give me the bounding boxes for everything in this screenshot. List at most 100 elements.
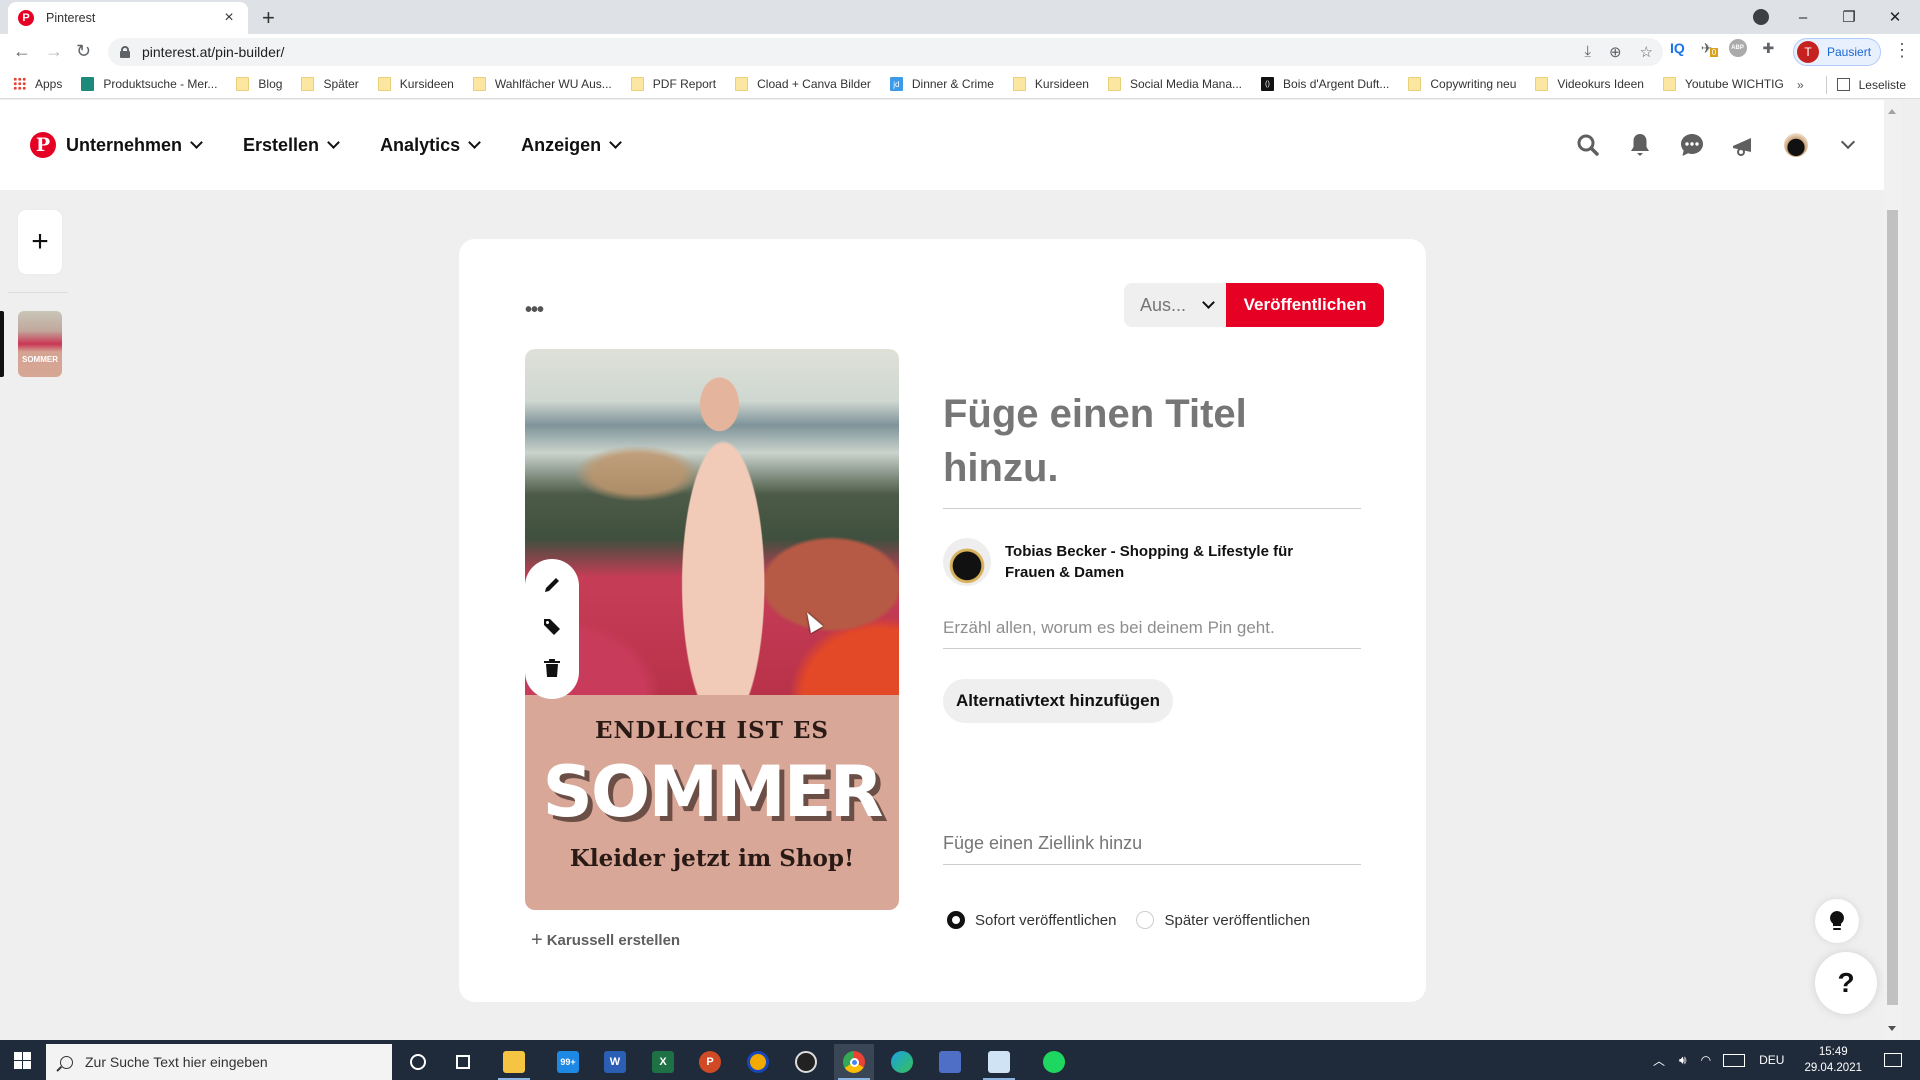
tray-expand-icon[interactable]: ︿ [1653,1052,1665,1069]
scrollbar-thumb[interactable] [1887,210,1898,1005]
destination-link-input[interactable]: Füge einen Ziellink hinzu [943,825,1361,865]
bookmark-item[interactable]: Youtube WICHTIG [1662,77,1784,91]
extension-iq-icon[interactable]: IQ [1670,40,1685,56]
minimize-button[interactable]: – [1780,9,1826,26]
add-pin-button[interactable]: + [18,210,62,274]
account-avatar[interactable] [1770,121,1822,169]
bookmark-item[interactable]: PDF Report [630,77,716,91]
tips-button[interactable] [1815,899,1859,943]
scroll-down-arrow[interactable] [1888,1026,1896,1031]
bookmark-item[interactable]: jd Dinner & Crime [889,77,994,91]
messages-icon[interactable] [1666,121,1718,169]
extension-bird-icon[interactable]: ✈ 0 [1701,40,1719,57]
wifi-icon[interactable]: ◠ [1701,1053,1711,1067]
account-menu-button[interactable] [1822,121,1874,169]
zoom-icon[interactable]: ⊕ [1609,43,1622,61]
draft-pin-thumbnail[interactable]: SOMMER [18,311,62,377]
tag-icon[interactable] [542,616,562,641]
notepad-app[interactable] [979,1044,1019,1080]
chrome-app[interactable] [834,1044,874,1080]
help-button[interactable]: ? [1815,952,1877,1014]
tab-search-icon[interactable] [1753,9,1769,25]
tab-title: Pinterest [46,11,96,25]
reload-button[interactable]: ↻ [76,41,91,62]
extensions-puzzle-icon[interactable]: ✚ [1763,40,1775,57]
file-explorer-app[interactable] [494,1044,534,1080]
spotify-app[interactable] [1034,1044,1074,1080]
search-icon[interactable] [1562,121,1614,169]
scroll-up-arrow[interactable] [1888,109,1896,114]
close-window-button[interactable]: ✕ [1872,8,1918,26]
action-center-icon[interactable] [1884,1053,1902,1067]
bookmark-star-icon[interactable]: ☆ [1640,43,1653,61]
edge-app[interactable] [882,1044,922,1080]
adblock-icon[interactable]: ABP [1728,39,1747,57]
search-icon [60,1055,73,1069]
edit-icon[interactable] [542,575,562,600]
excel-app[interactable]: X [643,1044,683,1080]
radio-publish-now[interactable] [947,911,965,929]
nav-erstellen[interactable]: Erstellen [243,135,340,156]
forward-button[interactable]: → [45,41,63,62]
back-button[interactable]: ← [13,41,31,62]
bookmark-item[interactable]: Kursideen [1012,77,1089,91]
page-scrollbar[interactable] [1884,100,1901,1040]
nav-unternehmen[interactable]: Unternehmen [66,135,203,156]
audacity-app[interactable] [738,1044,778,1080]
bookmark-item[interactable]: Social Media Mana... [1107,77,1242,91]
browser-menu-icon[interactable]: ⋮ [1893,40,1911,61]
bookmark-item[interactable]: Kursideen [377,77,454,91]
profile-button[interactable]: T Pausiert [1793,38,1881,66]
radio-label[interactable]: Sofort veröffentlichen [975,912,1116,929]
clock[interactable]: 15:49 29.04.2021 [1804,1044,1862,1076]
radio-publish-later[interactable] [1136,911,1155,929]
pinterest-logo[interactable]: P [30,132,56,158]
cortana-button[interactable] [398,1044,438,1080]
bookmark-item[interactable]: Apps [13,77,62,91]
bookmark-item[interactable]: Wahlfächer WU Aus... [472,77,612,91]
bookmark-item[interactable]: Produktsuche - Mer... [81,77,217,91]
add-alt-text-button[interactable]: Alternativtext hinzufügen [943,679,1174,723]
new-tab-button[interactable]: + [262,5,275,31]
more-options-button[interactable]: ••• [525,299,544,322]
create-carousel-button[interactable]: + Karussell erstellen [531,929,680,952]
nav-analytics[interactable]: Analytics [380,135,481,156]
folder-icon [301,77,315,91]
restore-button[interactable]: ❐ [1826,8,1872,26]
reading-list-button[interactable]: Leseliste [1859,78,1906,92]
mail-app[interactable]: 99+ [548,1044,588,1080]
bookmark-item[interactable]: Später [301,77,359,91]
description-input[interactable]: Erzähl allen, worum es bei deinem Pin ge… [943,609,1361,649]
megaphone-icon[interactable] [1718,121,1770,169]
install-icon[interactable]: ⤓ [1584,43,1591,61]
obs-app[interactable] [786,1044,826,1080]
word-app[interactable]: W [595,1044,635,1080]
trash-icon[interactable] [543,658,561,683]
volume-icon[interactable]: 🔊︎ [1679,1053,1687,1068]
task-view-button[interactable] [443,1044,483,1080]
bookmark-item[interactable]: Blog [236,77,282,91]
board-select[interactable]: Aus... [1124,283,1226,327]
language-indicator[interactable]: DEU [1759,1053,1784,1067]
powerpoint-app[interactable]: P [690,1044,730,1080]
browser-tab-pinterest[interactable]: P Pinterest × [8,2,248,34]
taskbar-search[interactable]: Zur Suche Text hier eingeben [46,1044,392,1080]
address-bar[interactable]: pinterest.at/pin-builder/ ⤓ ⊕ ☆ [108,38,1663,66]
pin-image[interactable]: ENDLICH IST ES SOMMER Kleider jetzt im S… [525,349,899,910]
bookmark-item[interactable]: Videokurs Ideen [1535,77,1644,91]
image-editor-app[interactable] [930,1044,970,1080]
bookmark-item[interactable]: Cload + Canva Bilder [735,77,871,91]
nav-anzeigen[interactable]: Anzeigen [521,135,622,156]
bookmark-item[interactable]: Copywriting neu [1408,77,1516,91]
radio-label[interactable]: Später veröffentlichen [1164,912,1310,929]
publish-button[interactable]: Veröffentlichen [1226,283,1384,327]
bookmark-item[interactable]: () Bois d'Argent Duft... [1261,77,1389,91]
start-button[interactable] [14,1052,31,1069]
pin-big-text: SOMMER [542,751,884,833]
title-input[interactable]: Füge einen Titel hinzu. [943,387,1361,509]
keyboard-icon[interactable] [1723,1053,1746,1067]
bookmarks-overflow-button[interactable]: » [1797,78,1804,92]
bell-icon[interactable] [1614,121,1666,169]
folder-icon [236,77,250,91]
tab-close-icon[interactable]: × [220,9,238,27]
